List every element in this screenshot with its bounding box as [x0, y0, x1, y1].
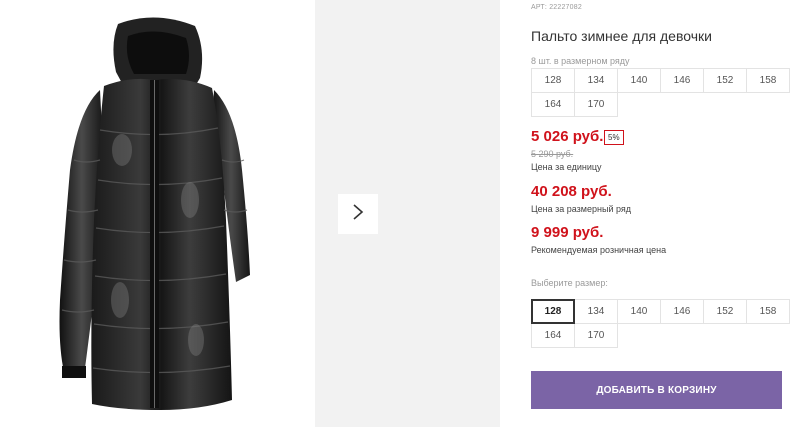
- size-option[interactable]: 146: [660, 299, 704, 324]
- size-option[interactable]: 170: [574, 323, 618, 348]
- size-option[interactable]: 134: [574, 299, 618, 324]
- size-row-cell: 134: [574, 68, 618, 93]
- size-row-cell: 164: [531, 92, 575, 117]
- size-row-cell: 146: [660, 68, 704, 93]
- size-option[interactable]: 152: [703, 299, 747, 324]
- rrp-caption: Рекомендуемая розничная цена: [531, 245, 667, 255]
- size-picker-grid: 128 134 140 146 152 158 164 170: [531, 299, 790, 348]
- discount-badge: 5%: [604, 130, 624, 145]
- size-row-cell: 152: [703, 68, 747, 93]
- size-option[interactable]: 164: [531, 323, 575, 348]
- product-image[interactable]: [0, 0, 315, 427]
- product-title: Пальто зимнее для девочки: [531, 28, 712, 44]
- old-price: 5 290 руб.: [531, 149, 574, 159]
- size-row-cell: 128: [531, 68, 575, 93]
- row-price-caption: Цена за размерный ряд: [531, 204, 632, 214]
- size-row-grid: 128 134 140 146 152 158 164 170: [531, 68, 790, 117]
- unit-price-caption: Цена за единицу: [531, 162, 602, 172]
- add-to-cart-button[interactable]: ДОБАВИТЬ В КОРЗИНУ: [531, 371, 782, 409]
- gallery-next-button[interactable]: [338, 194, 378, 234]
- size-row-cell: 140: [617, 68, 661, 93]
- size-picker-hint: Выберите размер:: [531, 278, 608, 288]
- size-row-hint: 8 шт. в размерном ряду: [531, 56, 630, 66]
- size-option[interactable]: 140: [617, 299, 661, 324]
- coat-illustration: [59, 17, 250, 410]
- rrp-price: 9 999 руб.: [531, 224, 604, 241]
- size-option[interactable]: 158: [746, 299, 790, 324]
- size-option-selected[interactable]: 128: [531, 299, 575, 324]
- sku-label: АРТ: 22227082: [531, 4, 582, 11]
- row-price: 40 208 руб.: [531, 183, 612, 200]
- size-row-cell: 170: [574, 92, 618, 117]
- unit-price: 5 026 руб.: [531, 128, 604, 145]
- chevron-right-icon: [352, 203, 364, 226]
- size-row-cell: 158: [746, 68, 790, 93]
